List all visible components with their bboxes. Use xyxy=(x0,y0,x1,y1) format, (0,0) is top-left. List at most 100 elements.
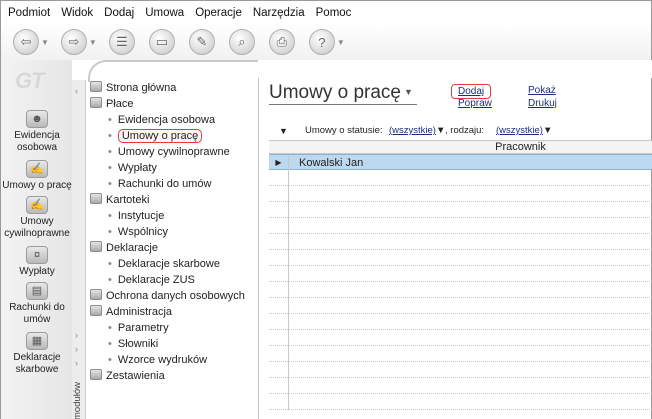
table-row-empty xyxy=(269,250,652,266)
module-deklaracje-skarbowe[interactable]: ▦ Deklaracje skarbowe xyxy=(1,332,73,376)
home-icon xyxy=(90,81,102,92)
tree-item-wyplaty[interactable]: Wypłaty xyxy=(90,160,258,176)
table-row-empty xyxy=(269,394,652,410)
tree-item-administracja[interactable]: Administracja xyxy=(90,304,258,320)
tree-item-label: Ochrona danych osobowych xyxy=(106,290,245,302)
bill-icon: ▤ xyxy=(26,282,48,300)
tree-item-deklaracje-zus[interactable]: Deklaracje ZUS xyxy=(90,272,258,288)
chevron-right-icon[interactable]: › xyxy=(75,330,78,340)
menu-narzedzia[interactable]: Narzędzia xyxy=(253,7,305,19)
page-title[interactable]: Umowy o pracę ▼ xyxy=(269,82,417,105)
menu-operacje[interactable]: Operacje xyxy=(195,7,242,19)
chevron-left-icon[interactable]: ‹ xyxy=(75,86,78,96)
tree-item-label: Płace xyxy=(106,98,134,110)
module-wyplaty[interactable]: ¤ Wypłaty xyxy=(1,246,73,278)
table-row-empty xyxy=(269,346,652,362)
status-filter-value: (wszystkie) xyxy=(389,125,436,136)
tree-item-zestawienia[interactable]: Zestawienia xyxy=(90,368,258,384)
print-button[interactable]: Drukuj xyxy=(528,98,557,109)
module-icon[interactable]: ☰ xyxy=(108,29,135,55)
contract-icon: ✍ xyxy=(26,160,48,178)
table-row-empty xyxy=(269,330,652,346)
edit-icon[interactable]: ✎ xyxy=(188,29,215,55)
add-button[interactable]: Dodaj xyxy=(451,84,492,99)
row-indicator xyxy=(269,314,289,330)
tree-item-ewidencja-osobowa[interactable]: Ewidencja osobowa xyxy=(90,112,258,128)
edit-button[interactable]: Popraw xyxy=(458,98,492,109)
table-row[interactable]: ▶ Kowalski Jan xyxy=(269,154,652,171)
tree-item-umowy-cywilnoprawne[interactable]: Umowy cywilnoprawne xyxy=(90,144,258,160)
contract-civil-icon: ✍ xyxy=(26,196,48,214)
help-icon[interactable]: ? xyxy=(308,29,335,55)
tree-item-label: Ewidencja osobowa xyxy=(117,114,216,126)
row-indicator xyxy=(269,346,289,362)
menu-dodaj[interactable]: Dodaj xyxy=(104,7,134,19)
tree-item-deklaracje[interactable]: Deklaracje xyxy=(90,240,258,256)
tree-item-label: Kartoteki xyxy=(106,194,150,206)
tree-item-wspolnicy[interactable]: Wspólnicy xyxy=(90,224,258,240)
tree-item-kartoteki[interactable]: Kartoteki xyxy=(90,192,258,208)
tree-item-ochrona-danych[interactable]: Ochrona danych osobowych xyxy=(90,288,258,304)
chevron-right-icon[interactable]: › xyxy=(75,358,78,368)
tree-item-umowy-o-prace[interactable]: Umowy o pracę xyxy=(90,128,258,144)
module-bar: GT ☻ Ewidencja osobowa ✍ Umowy o pracę ✍… xyxy=(0,60,72,419)
table-cell: Kowalski Jan xyxy=(299,157,364,169)
kind-filter-label: , rodzaju: xyxy=(445,125,485,136)
status-filter-select[interactable]: (wszystkie)▼ xyxy=(389,125,445,136)
module-label: Rachunki do umów xyxy=(9,302,65,325)
menu-pomoc[interactable]: Pomoc xyxy=(316,7,352,19)
tree-item-label: Administracja xyxy=(106,306,173,318)
print-icon[interactable]: ⎙ xyxy=(268,29,295,55)
menu-widok[interactable]: Widok xyxy=(61,7,93,19)
kind-filter-select[interactable]: (wszystkie)▼ xyxy=(496,125,552,136)
module-ewidencja[interactable]: ☻ Ewidencja osobowa xyxy=(1,110,73,154)
forward-icon[interactable]: ⇨ xyxy=(60,29,87,55)
tree-item-strona-glowna[interactable]: Strona główna xyxy=(90,80,258,96)
row-indicator-icon: ▶ xyxy=(269,155,289,171)
help-dropdown-icon[interactable]: ▼ xyxy=(337,38,345,47)
row-indicator xyxy=(269,250,289,266)
tree-item-rachunki[interactable]: Rachunki do umów xyxy=(90,176,258,192)
row-indicator xyxy=(269,362,289,378)
row-indicator xyxy=(269,186,289,202)
chevron-down-icon[interactable]: ▼ xyxy=(404,87,413,97)
table-row-empty xyxy=(269,202,652,218)
module-umowy-o-prace[interactable]: ✍ Umowy o pracę xyxy=(1,160,73,192)
tree-item-instytucje[interactable]: Instytucje xyxy=(90,208,258,224)
filter-toggle-icon[interactable]: ▼ xyxy=(279,126,288,136)
tree-item-place[interactable]: Płace xyxy=(90,96,258,112)
status-filter-label: Umowy o statusie: xyxy=(305,125,383,136)
tree-item-label: Rachunki do umów xyxy=(117,178,212,190)
collapse-strip[interactable]: ‹ › › › modułów xyxy=(72,80,86,419)
column-header-pracownik[interactable]: Pracownik xyxy=(269,140,652,154)
table-row-empty xyxy=(269,170,652,186)
table-row-empty xyxy=(269,362,652,378)
show-button[interactable]: Pokaż xyxy=(528,85,556,96)
folder-icon xyxy=(90,193,102,204)
tree-item-label: Wspólnicy xyxy=(117,226,168,238)
chevron-right-icon[interactable]: › xyxy=(75,344,78,354)
kind-filter-value: (wszystkie) xyxy=(496,125,543,136)
row-indicator xyxy=(269,170,289,186)
back-icon[interactable]: ⇦ xyxy=(13,29,39,55)
module-rachunki[interactable]: ▤ Rachunki do umów xyxy=(1,282,73,326)
table-row-empty xyxy=(269,234,652,250)
menu-bar: Podmiot Widok Dodaj Umowa Operacje Narzę… xyxy=(0,0,652,24)
print-preview-icon[interactable]: ⌕ xyxy=(228,29,255,55)
row-indicator xyxy=(269,394,289,410)
tree-item-wzorce-wydrukow[interactable]: Wzorce wydruków xyxy=(90,352,258,368)
table-row-empty xyxy=(269,282,652,298)
tree-item-parametry[interactable]: Parametry xyxy=(90,320,258,336)
row-indicator xyxy=(269,266,289,282)
back-dropdown-icon[interactable]: ▼ xyxy=(41,38,49,47)
menu-umowa[interactable]: Umowa xyxy=(145,7,184,19)
tree-item-label: Słowniki xyxy=(117,338,159,350)
module-umowy-cywilnoprawne[interactable]: ✍ Umowy cywilnoprawne xyxy=(1,196,73,240)
tree-item-slowniki[interactable]: Słowniki xyxy=(90,336,258,352)
forward-dropdown-icon[interactable]: ▼ xyxy=(89,38,97,47)
menu-podmiot[interactable]: Podmiot xyxy=(8,7,50,19)
payroll-icon xyxy=(90,97,102,108)
tree-item-deklaracje-skarbowe[interactable]: Deklaracje skarbowe xyxy=(90,256,258,272)
module-label: Wypłaty xyxy=(19,266,55,277)
document-icon[interactable]: ▭ xyxy=(148,29,175,55)
